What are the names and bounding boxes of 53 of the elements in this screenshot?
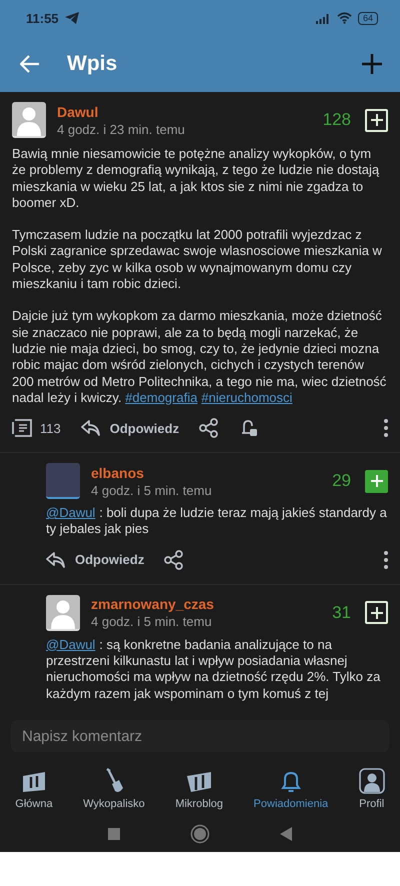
post-text: @Dawul : boli dupa że ludzie teraz mają jakieś standardy a ty jebales jak pies [46,505,388,538]
home-icon[interactable] [190,824,210,844]
post-time: 4 godz. i 5 min. temu [91,482,213,498]
tag-link[interactable]: #demografia [125,390,198,405]
author-name[interactable]: zmarnowany_czas [91,596,332,612]
reply-arrow-icon [80,420,101,436]
nav-tab[interactable]: Wykopalisko [83,760,145,810]
wifi-icon [336,12,352,24]
plus-icon [370,606,384,620]
plus-icon [370,474,384,488]
logo-icon [185,770,214,794]
nav-tab[interactable]: Powiadomienia [254,760,328,810]
reply-button[interactable]: Odpowiedz [46,552,144,568]
reply-arrow-icon [46,552,66,568]
logo-icon [20,770,47,794]
tag-link[interactable]: #nieruchomosci [201,390,292,405]
status-time: 11:55 [26,10,59,26]
post-text: Dajcie już tym wykopkom za darmo mieszkania, może dzietność sie znaczaco nie poprawi, ale za to będą mogli narzekać, że ludzie nie maja dzieci, bo smog, czy to, że jedynie dzieci mozna robic majac dom wśród zielonych, cichych i czystych terenów 200 metrów od Metro Politechnika, a tego nie ma, wiec dzietność nadal leży i kwiczy. #demografia #nieruchomosci [12,308,388,406]
post-time: 4 godz. i 23 min. temu [57,122,186,136]
nav-tab[interactable]: Główna [15,760,53,810]
tag-link[interactable]: @Dawul [46,636,96,652]
nav-tab[interactable]: Mikroblog [175,760,223,810]
share-icon[interactable] [164,550,184,570]
signal-icon [316,12,331,24]
back-arrow-icon[interactable] [20,55,40,73]
post-text: @Dawul : są konkretne badania analizujące to na przestrzeni kilkunastu lat i wpływ posiadania własnej nieruchomości ma wpływ na dzietność rzędu 2%. Tylko za każdym razem jak wspominam o tym komuś z tej [46,636,382,702]
comments-icon[interactable] [12,419,32,438]
post-text: Tymczasem ludzie na początku lat 2000 potrafili wyjezdzac z Polski zagranice sprzedawac swoje wlasnosciowe mieszkania w Polsce, zeby zyc w kilka osob w wynajmowanym domu czy mieszkaniu i tam robic dzieci. [12,227,383,292]
author-name[interactable]: elbanos [91,464,332,481]
page-title: Wpis [67,52,118,76]
back-icon[interactable] [280,827,292,841]
reply-button[interactable]: Odpowiedz [80,420,180,436]
plus-icon [370,113,384,127]
author-name[interactable]: Dawul [57,104,323,120]
vote-count: 128 [322,110,351,130]
more-icon[interactable] [384,550,388,569]
vote-count: 31 [332,602,351,623]
upvote-button[interactable] [365,470,388,493]
comment-count: 113 [40,420,61,436]
plus-icon[interactable] [362,54,382,74]
comment-field[interactable]: Napisz komentarz [11,720,389,752]
more-icon[interactable] [384,419,388,438]
photo-placeholder[interactable] [46,463,80,500]
nav-tab[interactable]: Profil [358,760,385,810]
post-time: 4 godz. i 5 min. temu [91,614,213,630]
profile-icon [358,768,385,794]
vote-count: 29 [332,471,351,492]
post-text: Bawią mnie niesamowicie te potężne analizy wykopków, o tym że problemy z demografią wynikają, z tego że ludzie nie dostają mieszkania w wieku 25 lat, a jak ktos sie z nimi nie zgadza to boomer xD. [12,146,380,212]
tag-link[interactable]: @Dawul [46,505,96,520]
battery-level: 64 [358,12,378,24]
share-icon[interactable] [199,418,220,438]
avatar-silhouette[interactable] [46,594,80,631]
send-icon [64,12,79,24]
